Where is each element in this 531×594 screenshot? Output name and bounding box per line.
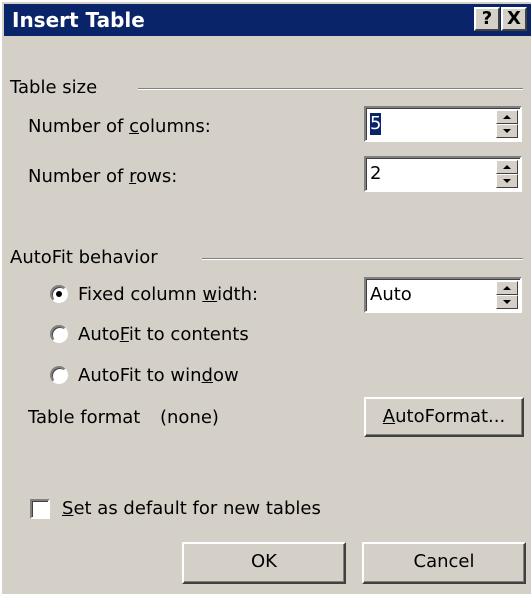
autofit-window-radio[interactable] — [50, 366, 68, 384]
spin-up-arrow-icon — [503, 165, 511, 169]
ok-button[interactable]: OK — [182, 542, 346, 584]
table-format-value: (none) — [160, 407, 219, 428]
columns-label: Number of columns: — [28, 116, 211, 137]
autofit-window-label[interactable]: AutoFit to window — [78, 365, 239, 387]
set-default-checkbox[interactable] — [30, 499, 50, 519]
rows-label: Number of rows: — [28, 166, 178, 187]
autoformat-button[interactable]: AutoFormat... — [364, 397, 524, 437]
table-size-group-line — [138, 88, 523, 90]
fixed-width-spinbox[interactable]: Auto — [364, 277, 522, 313]
columns-spinner[interactable] — [496, 110, 518, 138]
autofit-contents-radio[interactable] — [50, 325, 68, 343]
radio-selected-dot-icon — [56, 291, 62, 297]
help-button[interactable]: ? — [474, 7, 500, 31]
fixed-width-label[interactable]: Fixed column width: — [78, 284, 258, 306]
table-format-label: Table format — [28, 407, 141, 428]
columns-spin-up-button[interactable] — [496, 110, 518, 124]
autofit-contents-label[interactable]: AutoFit to contents — [78, 324, 249, 346]
fixed-width-spin-down-button[interactable] — [496, 295, 518, 309]
window-title: Insert Table — [12, 8, 145, 32]
rows-spinbox[interactable]: 2 — [364, 156, 522, 192]
set-default-label[interactable]: Set as default for new tables — [62, 498, 321, 520]
rows-spin-down-button[interactable] — [496, 174, 518, 188]
columns-spinbox[interactable]: 5 — [364, 106, 522, 142]
spin-down-arrow-icon — [503, 300, 511, 304]
insert-table-dialog: Insert Table ? X Table size Number of co… — [0, 0, 531, 594]
autofit-group-line — [202, 258, 523, 260]
rows-value[interactable]: 2 — [370, 163, 381, 185]
fixed-width-value[interactable]: Auto — [370, 284, 412, 306]
close-button[interactable]: X — [501, 7, 527, 31]
spin-up-arrow-icon — [503, 115, 511, 119]
rows-spinner[interactable] — [496, 160, 518, 188]
columns-spin-down-button[interactable] — [496, 124, 518, 138]
spin-down-arrow-icon — [503, 129, 511, 133]
autofit-group-label: AutoFit behavior — [10, 247, 158, 268]
rows-spin-up-button[interactable] — [496, 160, 518, 174]
title-bar[interactable]: Insert Table ? X — [4, 4, 531, 36]
fixed-width-spinner[interactable] — [496, 281, 518, 309]
cancel-button[interactable]: Cancel — [362, 542, 526, 584]
columns-value[interactable]: 5 — [370, 113, 382, 135]
fixed-width-spin-up-button[interactable] — [496, 281, 518, 295]
spin-down-arrow-icon — [503, 179, 511, 183]
spin-up-arrow-icon — [503, 286, 511, 290]
table-size-group-label: Table size — [10, 77, 98, 98]
fixed-width-radio[interactable] — [50, 285, 68, 303]
